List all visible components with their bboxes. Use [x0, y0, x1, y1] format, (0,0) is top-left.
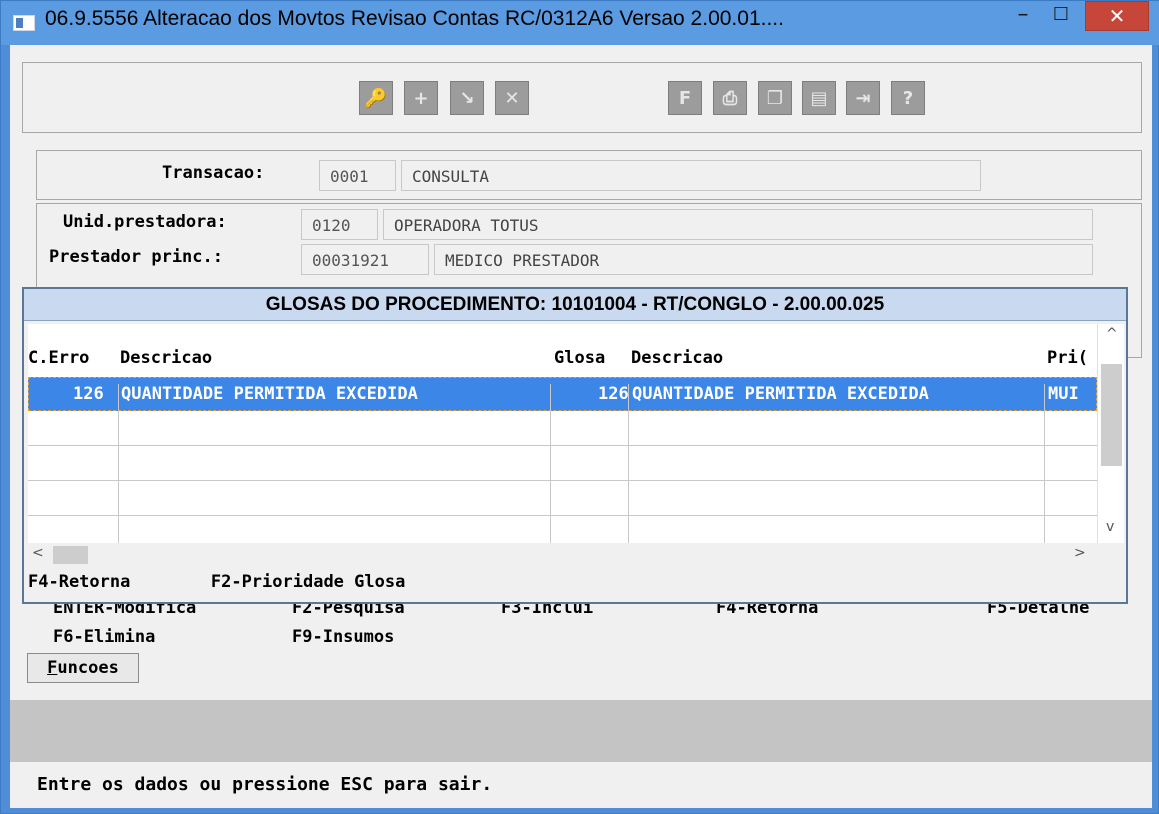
prestador-princ-label: Prestador princ.:: [49, 247, 223, 267]
column-header-glosa[interactable]: Glosa: [554, 348, 605, 368]
dialog-footer: F4-Retorna F2-Prioridade Glosa: [28, 572, 405, 592]
filter-icon[interactable]: F: [668, 81, 702, 115]
application-window: 06.9.5556 Alteracao dos Movtos Revisao C…: [0, 0, 1159, 814]
glosas-dialog: GLOSAS DO PROCEDIMENTO: 10101004 - RT/CO…: [22, 287, 1128, 604]
funcoes-label: uncoes: [57, 658, 119, 678]
dialog-title: GLOSAS DO PROCEDIMENTO: 10101004 - RT/CO…: [24, 289, 1126, 321]
table-row[interactable]: [28, 482, 1097, 516]
scroll-up-icon[interactable]: ^: [1106, 326, 1118, 342]
table-row[interactable]: [28, 412, 1097, 446]
help-icon[interactable]: ?: [891, 81, 925, 115]
empty-band: [10, 700, 1152, 762]
transacao-desc-field: CONSULTA: [401, 160, 981, 191]
status-bar: Entre os dados ou pressione ESC para sai…: [10, 765, 1152, 805]
table-row[interactable]: [28, 447, 1097, 481]
add-icon[interactable]: +: [404, 81, 438, 115]
vertical-scroll-thumb[interactable]: [1101, 364, 1122, 466]
column-divider: [118, 384, 119, 543]
dialog-fkey-f2-prioridade: F2-Prioridade Glosa: [210, 572, 406, 592]
column-header-prioridade[interactable]: Pri(: [1047, 348, 1088, 368]
transacao-code-field[interactable]: 0001: [319, 160, 396, 191]
document-icon[interactable]: ▤: [802, 81, 836, 115]
dialog-fkey-f4-retorna: F4-Retorna: [28, 572, 131, 592]
unid-prestadora-label: Unid.prestadora:: [63, 212, 227, 232]
column-header-descricao-glosa[interactable]: Descricao: [631, 348, 723, 368]
column-divider: [550, 384, 551, 543]
column-divider: [628, 384, 629, 543]
prestador-code-field[interactable]: 00031921: [301, 244, 429, 275]
print-icon[interactable]: ⎙: [713, 81, 747, 115]
key-icon[interactable]: 🔑: [359, 81, 393, 115]
status-text: Entre os dados ou pressione ESC para sai…: [37, 774, 493, 795]
copy-icon[interactable]: ❐: [758, 81, 792, 115]
minimize-button[interactable]: –: [1005, 1, 1041, 31]
horizontal-scroll-thumb[interactable]: [53, 546, 88, 564]
close-button[interactable]: ✕: [1085, 1, 1149, 31]
edit-icon[interactable]: ↘: [450, 81, 484, 115]
unid-prestadora-code-field[interactable]: 0120: [301, 209, 378, 240]
cell-c-erro: 126: [73, 384, 104, 404]
table-row[interactable]: 126 QUANTIDADE PERMITIDA EXCEDIDA 126 QU…: [28, 377, 1097, 411]
horizontal-scrollbar[interactable]: < >: [28, 543, 1124, 567]
grid-header: C.Erro Descricao Glosa Descricao Pri(: [28, 348, 1097, 374]
column-header-descricao[interactable]: Descricao: [120, 348, 212, 368]
title-bar[interactable]: 06.9.5556 Alteracao dos Movtos Revisao C…: [1, 1, 1159, 45]
unid-prestadora-desc-field: OPERADORA TOTUS: [383, 209, 1093, 240]
funcoes-mnemonic: F: [47, 658, 58, 678]
fkey-f6-elimina: F6-Elimina: [53, 627, 156, 647]
window-title: 06.9.5556 Alteracao dos Movtos Revisao C…: [45, 7, 784, 30]
column-header-c-erro[interactable]: C.Erro: [28, 348, 89, 368]
transacao-label: Transacao:: [162, 163, 265, 183]
cell-glosa: 126: [598, 384, 629, 404]
glosas-grid: C.Erro Descricao Glosa Descricao Pri( 12…: [28, 324, 1097, 543]
transacao-panel: Transacao: 0001 CONSULTA: [36, 150, 1142, 200]
cell-descricao: QUANTIDADE PERMITIDA EXCEDIDA: [121, 384, 418, 404]
vertical-scrollbar[interactable]: ^ v: [1097, 324, 1124, 543]
app-icon: [13, 15, 35, 31]
table-row[interactable]: [28, 517, 1097, 543]
funcoes-button[interactable]: Funcoes: [27, 653, 139, 683]
fkey-f9-insumos: F9-Insumos: [292, 627, 395, 647]
scroll-down-icon[interactable]: v: [1106, 519, 1114, 535]
cell-prioridade: MUI: [1048, 384, 1079, 404]
toolbar: 🔑 + ↘ ✕ F ⎙ ❐ ▤ ⇥ ?: [22, 62, 1142, 133]
prestador-desc-field: MEDICO PRESTADOR: [434, 244, 1093, 275]
column-divider: [1044, 384, 1045, 543]
maximize-button[interactable]: ☐: [1043, 1, 1079, 31]
scroll-left-icon[interactable]: <: [32, 545, 44, 561]
exit-icon[interactable]: ⇥: [846, 81, 880, 115]
scroll-right-icon[interactable]: >: [1074, 545, 1086, 561]
delete-icon[interactable]: ✕: [495, 81, 529, 115]
cell-descricao-glosa: QUANTIDADE PERMITIDA EXCEDIDA: [632, 384, 929, 404]
